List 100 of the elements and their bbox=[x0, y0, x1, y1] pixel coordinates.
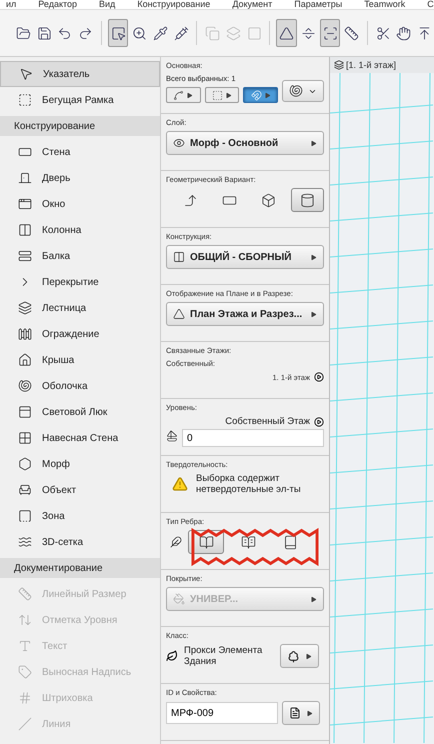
door-icon bbox=[18, 171, 32, 185]
tree-icon bbox=[287, 650, 300, 662]
save-icon bbox=[36, 26, 52, 40]
mode-button[interactable] bbox=[204, 87, 240, 103]
tool-item[interactable]: Указатель bbox=[0, 61, 160, 87]
polyline-icon bbox=[183, 192, 198, 208]
toolbar-button[interactable] bbox=[320, 19, 340, 47]
node-icon bbox=[173, 90, 184, 100]
eye-icon bbox=[173, 137, 185, 149]
dashed-square-icon bbox=[18, 93, 32, 107]
curtain-wall-icon bbox=[18, 431, 32, 445]
mode-button[interactable] bbox=[243, 87, 278, 103]
chair-icon bbox=[18, 483, 32, 497]
reference-label: Собственный Этаж bbox=[225, 416, 310, 427]
syringe-icon bbox=[174, 26, 189, 40]
book-icon bbox=[198, 534, 214, 550]
copy-icon bbox=[205, 26, 220, 40]
section-header: Документирование bbox=[0, 558, 160, 578]
tool-item[interactable]: 3D-сетка bbox=[0, 529, 160, 555]
scissors-icon bbox=[376, 26, 391, 40]
book-icon bbox=[282, 534, 298, 550]
tool-item[interactable]: Объект bbox=[0, 477, 160, 503]
menu-item[interactable]: Teamwork bbox=[364, 0, 406, 9]
tool-item[interactable]: Оболочка bbox=[0, 373, 160, 399]
menu-item[interactable]: ил bbox=[6, 0, 16, 9]
undo-icon bbox=[57, 26, 72, 40]
menu-item[interactable]: Редактор bbox=[38, 0, 78, 9]
text-icon bbox=[18, 639, 32, 653]
caret-icon bbox=[310, 254, 317, 260]
wall-icon bbox=[18, 145, 32, 159]
tool-item[interactable]: Стена bbox=[0, 139, 160, 165]
guide-icon bbox=[300, 26, 316, 40]
menu-item[interactable]: С bbox=[427, 0, 434, 9]
tool-item[interactable]: Лестница bbox=[0, 295, 160, 321]
toolbar-button[interactable] bbox=[108, 19, 128, 47]
section-header: Конструирование bbox=[0, 116, 160, 136]
pipette-icon bbox=[152, 26, 168, 40]
select-button[interactable]: План Этажа и Разрез... bbox=[166, 302, 324, 326]
tool-item[interactable]: Световой Люк bbox=[0, 399, 160, 425]
menu-item[interactable]: Вид bbox=[99, 0, 116, 9]
tool-item[interactable]: Ограждение bbox=[0, 321, 160, 347]
caret-icon bbox=[264, 92, 271, 98]
tool-item[interactable]: Бегущая Рамка bbox=[0, 87, 160, 113]
mode-button[interactable] bbox=[166, 87, 201, 103]
caret-icon bbox=[225, 92, 232, 98]
class-button[interactable] bbox=[280, 644, 319, 668]
toolbar-button[interactable] bbox=[276, 19, 297, 47]
leaf-icon bbox=[166, 650, 178, 662]
composite-icon bbox=[173, 251, 185, 263]
tool-item[interactable]: Дверь bbox=[0, 165, 160, 191]
menu-item[interactable]: Конструирование bbox=[137, 0, 210, 9]
hand-icon bbox=[396, 26, 412, 40]
shell-icon bbox=[18, 379, 32, 393]
tool-item[interactable]: Перекрытие bbox=[0, 269, 160, 295]
warning-icon bbox=[172, 476, 188, 492]
triangle-icon bbox=[279, 26, 294, 40]
ruler-icon bbox=[18, 587, 32, 601]
tool-item[interactable]: Балка bbox=[0, 243, 160, 269]
caret-icon bbox=[186, 92, 194, 98]
zone-icon bbox=[18, 509, 32, 523]
caret-icon bbox=[310, 310, 317, 318]
option-button[interactable] bbox=[291, 188, 324, 212]
book-icon bbox=[240, 534, 256, 550]
properties-button[interactable] bbox=[282, 701, 320, 725]
roof-icon bbox=[18, 353, 32, 367]
select-button[interactable]: Морф - Основной bbox=[166, 131, 324, 155]
box-icon bbox=[261, 192, 276, 208]
menu-item[interactable]: Параметры bbox=[294, 0, 342, 9]
magnet-icon bbox=[250, 90, 262, 100]
play-icon[interactable] bbox=[314, 372, 324, 382]
elevation-field[interactable]: 0 bbox=[182, 429, 324, 447]
line-icon bbox=[18, 717, 32, 731]
view-tab[interactable]: [1. 1-й этаж] bbox=[330, 57, 434, 73]
freeform-icon bbox=[300, 192, 315, 208]
marquee-icon bbox=[212, 90, 223, 100]
play-icon[interactable] bbox=[314, 416, 324, 426]
caret-icon bbox=[310, 140, 317, 146]
label-icon bbox=[18, 665, 32, 679]
tool-item[interactable]: Колонна bbox=[0, 217, 160, 243]
tool-item[interactable]: Навесная Стена bbox=[0, 425, 160, 451]
paint-icon bbox=[173, 593, 185, 605]
layers-icon bbox=[226, 26, 241, 40]
select-button[interactable]: ОБЩИЙ - СБОРНЫЙ bbox=[166, 245, 324, 269]
railing-icon bbox=[18, 327, 32, 341]
tool-item[interactable]: Окно bbox=[0, 191, 160, 217]
caret-icon bbox=[310, 596, 317, 602]
caret-icon bbox=[305, 652, 312, 660]
tool-item[interactable]: Зона bbox=[0, 503, 160, 529]
tool-item[interactable]: Морф bbox=[0, 451, 160, 477]
square-icon bbox=[246, 26, 262, 40]
id-field[interactable]: МРФ-009 bbox=[166, 702, 278, 724]
morph-button[interactable] bbox=[282, 80, 324, 102]
window-icon bbox=[18, 197, 32, 211]
menu-item[interactable]: Документ bbox=[232, 0, 272, 9]
class-value: Прокси Элемента Здания bbox=[184, 645, 264, 667]
column-icon bbox=[18, 223, 32, 237]
tool-item[interactable]: Крыша bbox=[0, 347, 160, 373]
caret-icon bbox=[306, 710, 313, 716]
redo-icon bbox=[78, 26, 93, 40]
select-icon bbox=[110, 26, 126, 40]
